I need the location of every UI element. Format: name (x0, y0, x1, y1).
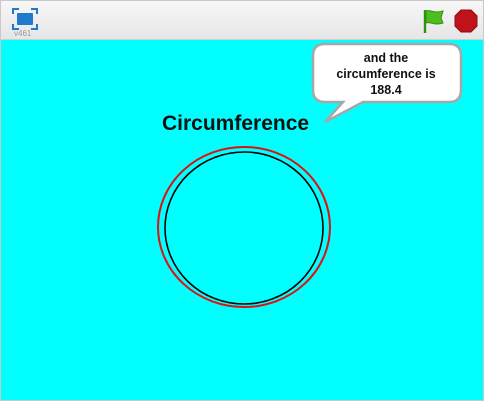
inner-circle (164, 151, 324, 305)
speech-bubble-text: and the circumference is 188.4 (319, 50, 453, 98)
stop-icon[interactable] (454, 9, 478, 33)
speech-line-3: 188.4 (370, 83, 402, 97)
circles-drawing (157, 146, 331, 308)
outer-circle (157, 146, 331, 308)
speech-line-2: circumference is (336, 67, 436, 81)
version-label: v461 (14, 29, 32, 38)
stage-title: Circumference (162, 112, 310, 135)
green-flag-icon[interactable] (421, 8, 445, 34)
player-toolbar: v461 (1, 1, 483, 40)
speech-line-1: and the (363, 51, 409, 65)
fullscreen-icon[interactable] (12, 8, 38, 30)
stage[interactable]: Circumference and the circumference is 1… (1, 40, 483, 400)
project-player: v461 Circumference and the circumference… (0, 0, 484, 401)
